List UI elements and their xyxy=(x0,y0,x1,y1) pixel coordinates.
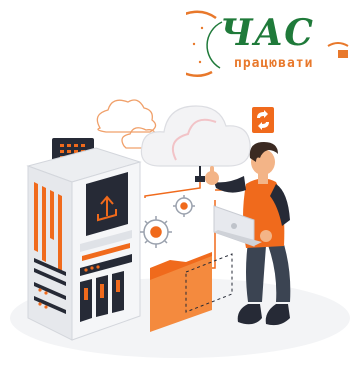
logo-subtitle: працювати xyxy=(234,56,314,71)
gear-icon xyxy=(140,195,195,248)
logo: ЧАС працювати xyxy=(186,6,356,84)
server-tower xyxy=(26,138,142,341)
illustration-stage: ЧАС працювати xyxy=(0,0,359,372)
logo-title: ЧАС xyxy=(220,12,314,54)
sync-icon xyxy=(252,107,274,133)
cloud-icon xyxy=(140,105,251,182)
